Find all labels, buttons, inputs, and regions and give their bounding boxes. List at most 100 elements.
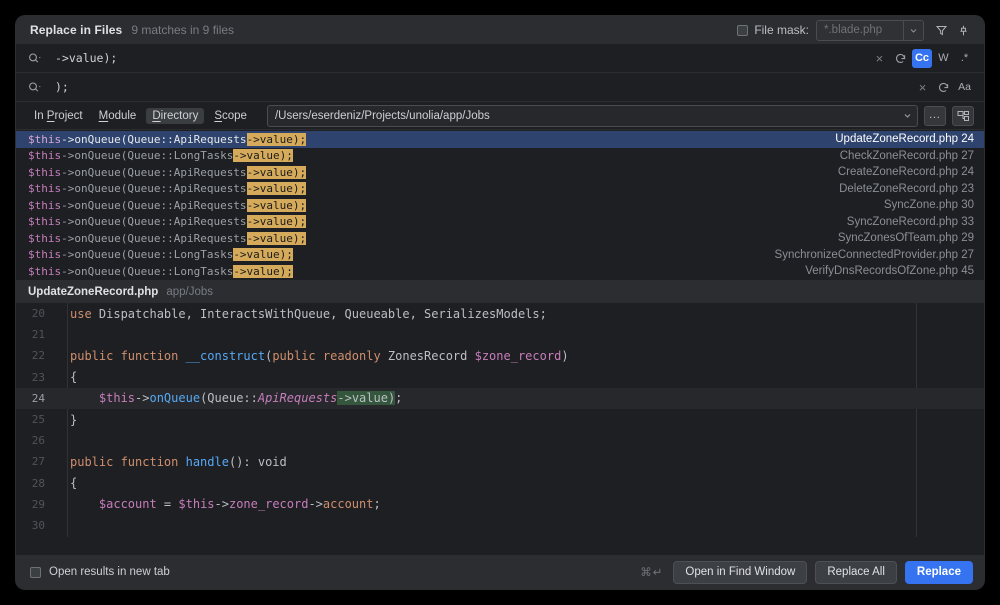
dialog-footer: Open results in new tab ⌘↵ Open in Find … [16, 555, 984, 589]
result-code-snippet: $this ->onQueue(Queue::LongTasks ->value); [28, 248, 293, 262]
result-file-location: SyncZone.php 30 [883, 199, 974, 212]
code-text: $this->onQueue(Queue::ApiRequests->value… [98, 391, 403, 406]
replace-history-icon[interactable] [934, 78, 953, 97]
filter-icon[interactable] [930, 19, 952, 41]
result-code-snippet: $this ->onQueue(Queue::ApiRequests ->value… [28, 182, 307, 196]
code-variable: $this [28, 198, 62, 212]
code-variable: $this [28, 165, 62, 179]
scope-tab-module[interactable]: Module [93, 108, 143, 124]
table-row[interactable]: $this ->onQueue(Queue::LongTasks ->value);… [16, 263, 984, 280]
scope-tab-directory[interactable]: Directory [146, 107, 205, 124]
result-code-snippet: $this ->onQueue(Queue::ApiRequests ->value… [28, 132, 307, 146]
line-number: 24 [31, 391, 45, 405]
module-icon[interactable] [952, 105, 974, 126]
table-row[interactable]: $this ->onQueue(Queue::ApiRequests ->value… [16, 181, 984, 198]
code-line-29: 29 $account = $this->zone_record->accoun… [16, 494, 984, 515]
code-variable: $this [28, 248, 62, 262]
line-number: 25 [31, 413, 45, 427]
code-variable: $this [28, 231, 62, 245]
code-plain: ->onQueue(Queue::ApiRequests [61, 132, 247, 146]
search-history-icon[interactable] [891, 49, 910, 68]
file-mask-combobox[interactable]: *.blade.php [816, 19, 924, 41]
table-row[interactable]: $this ->onQueue(Queue::ApiRequests ->value… [16, 164, 984, 181]
match-case-toggle[interactable]: Cc [911, 48, 932, 68]
result-file-location: UpdateZoneRecord.php 24 [835, 133, 974, 146]
code-line-27: 27 public function handle(): void [16, 451, 984, 472]
code-variable: $this [28, 132, 62, 146]
browse-more-button[interactable]: … [924, 105, 946, 126]
code-variable: $this [28, 182, 62, 196]
table-row[interactable]: $this ->onQueue(Queue::ApiRequests ->value… [16, 131, 984, 148]
result-code-snippet: $this ->onQueue(Queue::ApiRequests ->value… [28, 198, 307, 212]
table-row[interactable]: $this ->onQueue(Queue::ApiRequests ->value… [16, 230, 984, 247]
match-highlight: ->value); [246, 165, 307, 179]
result-code-snippet: $this ->onQueue(Queue::ApiRequests ->value… [28, 215, 307, 229]
search-input[interactable]: ->value); [55, 51, 870, 65]
code-line-26: 26 [16, 430, 984, 451]
replace-all-button[interactable]: Replace All [815, 560, 897, 584]
code-plain: ->onQueue(Queue::ApiRequests [61, 198, 247, 212]
scope-tab-in-project[interactable]: In Project [28, 108, 89, 124]
line-number: 23 [31, 370, 45, 384]
regex-toggle[interactable]: .* [955, 49, 974, 68]
replace-button[interactable]: Replace [904, 560, 973, 584]
line-number: 20 [31, 307, 45, 321]
directory-path-combobox[interactable]: /Users/eserdeniz/Projects/unolia/app/Job… [266, 104, 918, 127]
table-row[interactable]: $this ->onQueue(Queue::ApiRequests ->value… [16, 214, 984, 231]
match-highlight: ->value); [246, 132, 307, 146]
page-title: Replace in Files [30, 23, 123, 37]
line-number: 28 [31, 476, 45, 490]
search-options: × Cc W .* [870, 48, 974, 68]
open-in-find-window-button[interactable]: Open in Find Window [673, 560, 808, 584]
footer-actions: ⌘↵ Open in Find Window Replace All Repla… [640, 560, 973, 584]
replace-search-icon[interactable] [28, 81, 50, 94]
line-number: 26 [31, 434, 45, 448]
preview-header: UpdateZoneRecord.php app/Jobs [16, 281, 984, 303]
table-row[interactable]: $this ->onQueue(Queue::LongTasks ->value);… [16, 148, 984, 165]
chevron-down-icon[interactable] [903, 20, 923, 40]
table-row[interactable]: $this ->onQueue(Queue::ApiRequests ->value… [16, 197, 984, 214]
open-results-new-tab-checkbox[interactable] [30, 566, 41, 578]
line-number: 29 [31, 497, 45, 511]
clear-search-icon[interactable]: × [870, 49, 889, 68]
code-plain: ->onQueue(Queue::LongTasks [61, 149, 234, 163]
code-variable: $this [28, 264, 62, 278]
scope-row: In Project Module Directory Scope /Users… [16, 102, 984, 130]
match-highlight: ->value); [246, 231, 307, 245]
preserve-case-toggle[interactable]: Aa [955, 78, 974, 97]
code-preview[interactable]: 20 use Dispatchable, InteractsWithQueue,… [16, 303, 984, 537]
code-line-30: 30 [16, 515, 984, 536]
table-row[interactable]: $this ->onQueue(Queue::LongTasks ->value);… [16, 247, 984, 264]
code-text: $account = $this->zone_record->account; [98, 497, 381, 512]
pin-icon[interactable] [952, 19, 974, 41]
line-number: 27 [31, 455, 45, 469]
search-icon[interactable] [28, 52, 50, 65]
code-text: { [70, 476, 78, 491]
code-text: } [70, 412, 78, 427]
match-highlight: ->value); [246, 215, 307, 229]
scope-tab-scope[interactable]: Scope [208, 108, 253, 124]
result-file-location: VerifyDnsRecordsOfZone.php 45 [805, 265, 974, 278]
code-plain: ->onQueue(Queue::ApiRequests [61, 215, 247, 229]
preview-file-name: UpdateZoneRecord.php [28, 286, 159, 298]
match-highlight: ->value); [246, 198, 307, 212]
replace-in-files-dialog: Replace in Files 9 matches in 9 files Fi… [16, 16, 984, 589]
result-code-snippet: $this ->onQueue(Queue::LongTasks ->value); [28, 149, 293, 163]
match-highlight: ->value); [233, 149, 293, 163]
code-plain: ->onQueue(Queue::ApiRequests [61, 165, 247, 179]
directory-path-value[interactable]: /Users/eserdeniz/Projects/unolia/app/Job… [268, 106, 897, 126]
result-file-location: CreateZoneRecord.php 24 [837, 166, 974, 179]
result-code-snippet: $this ->onQueue(Queue::ApiRequests ->value… [28, 231, 307, 245]
code-line-25: 25 } [16, 409, 984, 430]
replace-input[interactable]: ); [55, 80, 913, 94]
code-plain: ->onQueue(Queue::LongTasks [61, 248, 234, 262]
clear-replace-icon[interactable]: × [913, 78, 932, 97]
code-line-23: 23 { [16, 367, 984, 388]
file-mask-checkbox[interactable] [737, 24, 749, 36]
whole-words-toggle[interactable]: W [934, 49, 953, 68]
line-number: 22 [31, 349, 45, 363]
path-chevron-down-icon[interactable] [897, 106, 917, 126]
replace-options: × Aa [913, 78, 974, 97]
code-plain: ->onQueue(Queue::LongTasks [61, 264, 234, 278]
search-results-list[interactable]: $this ->onQueue(Queue::ApiRequests ->value… [16, 130, 984, 280]
